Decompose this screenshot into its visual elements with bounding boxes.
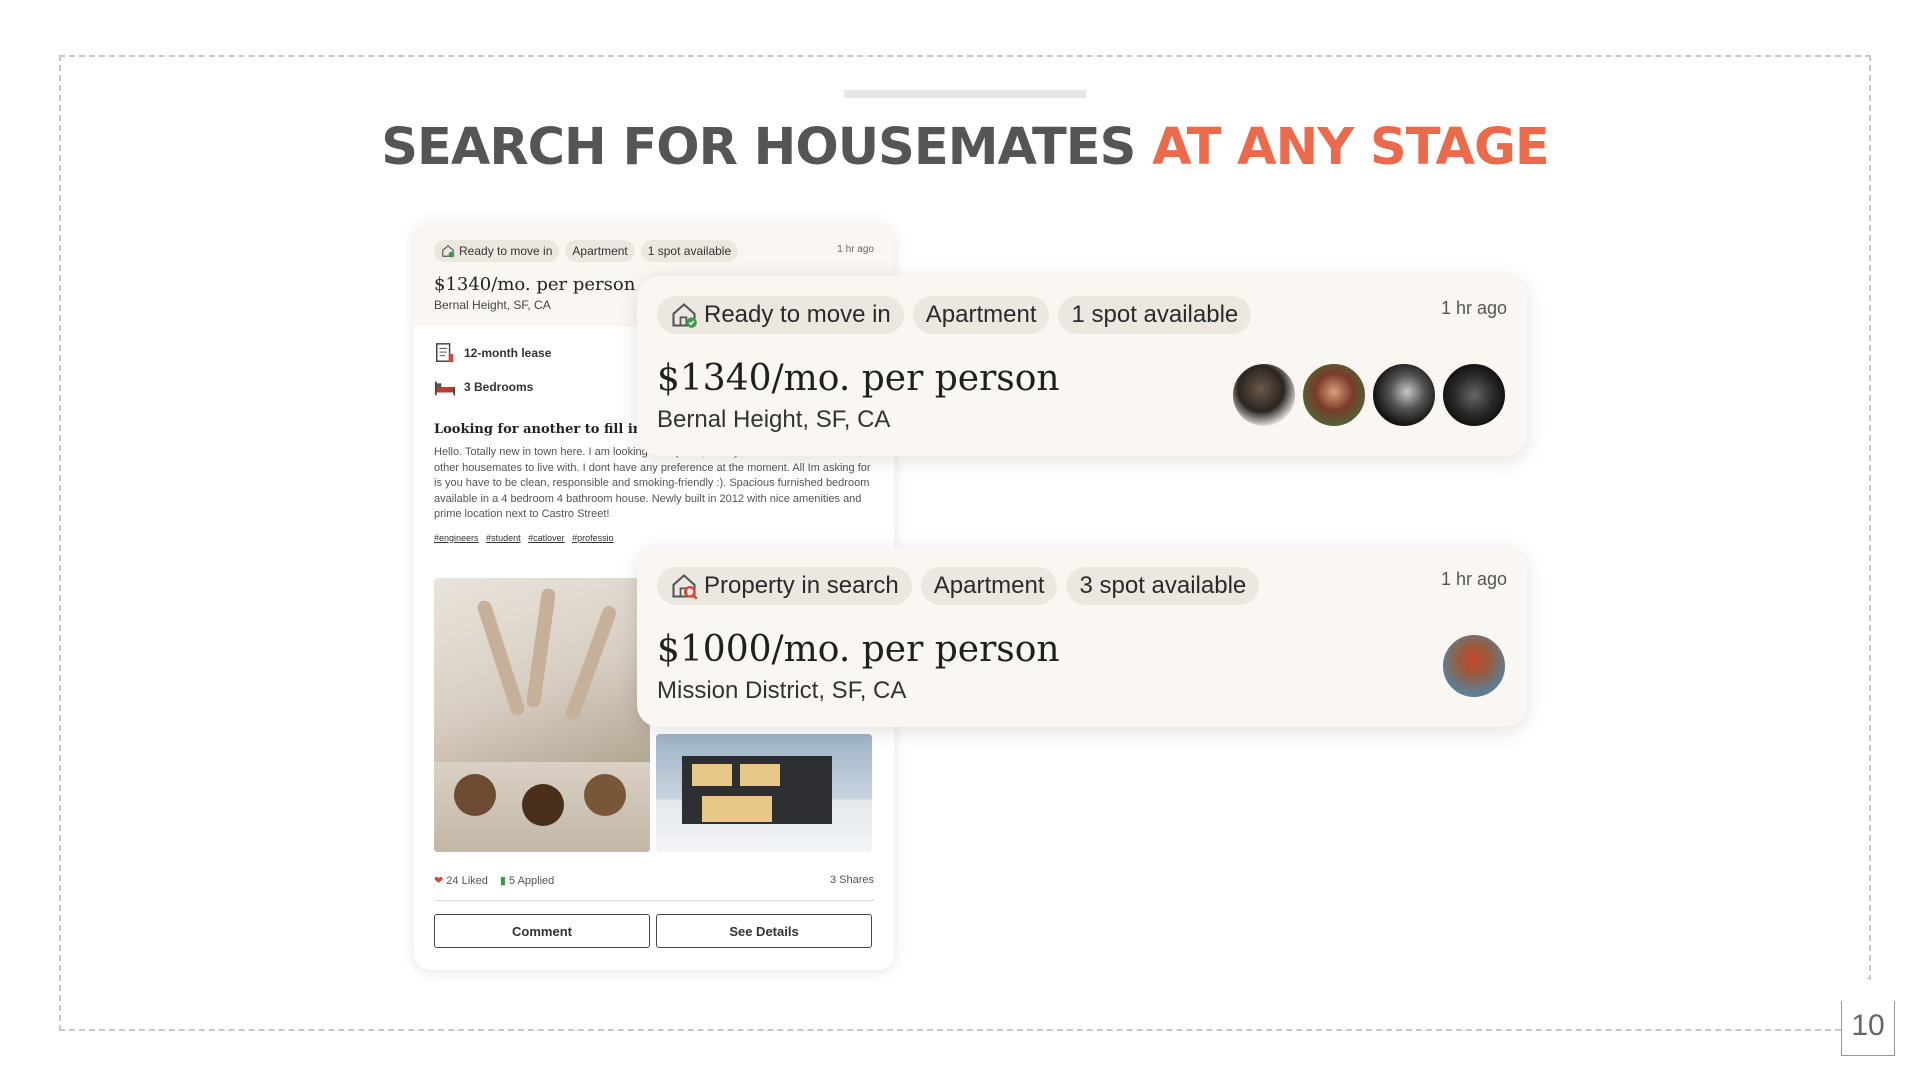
photo-shape	[522, 784, 564, 826]
post-body: Hello. Totally new in town here. I am lo…	[434, 446, 871, 520]
hashtag-link[interactable]: #catlover	[528, 533, 565, 543]
top-rule	[844, 90, 1086, 98]
shares-count[interactable]: 3 Shares	[830, 874, 874, 886]
slide-headline: SEARCH FOR HOUSEMATES AT ANY STAGE	[0, 118, 1920, 177]
listing-card-searching[interactable]: Property in search Apartment 3 spot avai…	[637, 547, 1527, 727]
comment-button[interactable]: Comment	[434, 914, 650, 948]
engagement-stats: ❤ 24 Liked ▮ 5 Applied	[434, 874, 554, 887]
feature-bedrooms-label: 3 Bedrooms	[464, 380, 534, 394]
avatar[interactable]	[1441, 633, 1507, 699]
photo-shape	[454, 774, 496, 816]
photo-shape	[475, 598, 527, 718]
house-search-icon	[672, 574, 698, 600]
photo-shape	[563, 604, 619, 722]
spots-chip: 3 spot available	[1066, 567, 1260, 605]
headline-main: SEARCH FOR HOUSEMATES	[381, 118, 1153, 177]
avatar[interactable]	[1371, 362, 1437, 428]
hashtag-link[interactable]: #engineers	[434, 533, 479, 543]
spots-chip: 1 spot available	[1058, 296, 1252, 334]
status-chip: Property in search	[657, 567, 912, 605]
photo-shape	[525, 587, 557, 709]
house-check-icon	[442, 244, 455, 258]
feed-chip-row: Ready to move in Apartment 1 spot availa…	[434, 240, 874, 262]
status-chip-label: Ready to move in	[704, 301, 891, 328]
applied-count-label: 5 Applied	[509, 875, 555, 887]
hashtag-link[interactable]: #student	[486, 533, 521, 543]
applied-count[interactable]: ▮ 5 Applied	[500, 874, 554, 887]
avatar[interactable]	[1231, 362, 1297, 428]
headline-accent: AT ANY STAGE	[1152, 118, 1550, 177]
feed-chip-spots: 1 spot available	[640, 240, 739, 262]
type-chip: Apartment	[912, 296, 1050, 334]
liked-count[interactable]: ❤ 24 Liked	[434, 874, 488, 887]
liked-count-label: 24 Liked	[446, 875, 488, 887]
listing-time: 1 hr ago	[1440, 298, 1507, 318]
house-exterior-photo[interactable]	[656, 734, 872, 852]
status-chip: Ready to move in	[657, 296, 904, 334]
housemate-avatars	[1441, 633, 1507, 699]
listing-price: $1340/mo. per person	[657, 358, 1060, 399]
photo-window-shape	[692, 764, 732, 786]
heart-icon: ❤	[434, 875, 444, 887]
apply-icon: ▮	[499, 875, 506, 887]
house-check-icon	[672, 303, 697, 328]
feed-post-time: 1 hr ago	[837, 244, 874, 255]
type-chip: Apartment	[920, 567, 1058, 605]
photo-window-shape	[702, 796, 772, 822]
slide-frame	[59, 55, 1871, 1031]
listing-location: Mission District, SF, CA	[657, 677, 907, 704]
housemates-photo[interactable]	[434, 578, 650, 852]
photo-shape	[584, 774, 626, 816]
listing-time: 1 hr ago	[1440, 569, 1507, 589]
status-chip-label: Property in search	[704, 572, 899, 599]
listing-chip-row: Ready to move in Apartment 1 spot availa…	[657, 296, 1252, 334]
hashtag-row: #engineers #student #catlover #professio	[434, 533, 874, 543]
housemate-avatars	[1231, 362, 1507, 428]
see-details-button[interactable]: See Details	[656, 914, 872, 948]
divider	[434, 900, 874, 901]
feature-lease-label: 12-month lease	[464, 346, 552, 360]
avatar[interactable]	[1301, 362, 1367, 428]
feed-chip-status-label: Ready to move in	[459, 244, 553, 258]
photo-window-shape	[740, 764, 780, 786]
feed-chip-status: Ready to move in	[434, 240, 560, 262]
feed-chip-type: Apartment	[565, 240, 635, 262]
hashtag-link[interactable]: #professio	[572, 533, 614, 543]
listing-card-ready[interactable]: Ready to move in Apartment 1 spot availa…	[637, 276, 1527, 456]
bed-icon	[434, 381, 456, 396]
avatar[interactable]	[1441, 362, 1507, 428]
listing-chip-row: Property in search Apartment 3 spot avai…	[657, 567, 1260, 605]
listing-location: Bernal Height, SF, CA	[657, 406, 891, 433]
lease-document-icon	[436, 343, 454, 363]
listing-price: $1000/mo. per person	[657, 629, 1060, 670]
